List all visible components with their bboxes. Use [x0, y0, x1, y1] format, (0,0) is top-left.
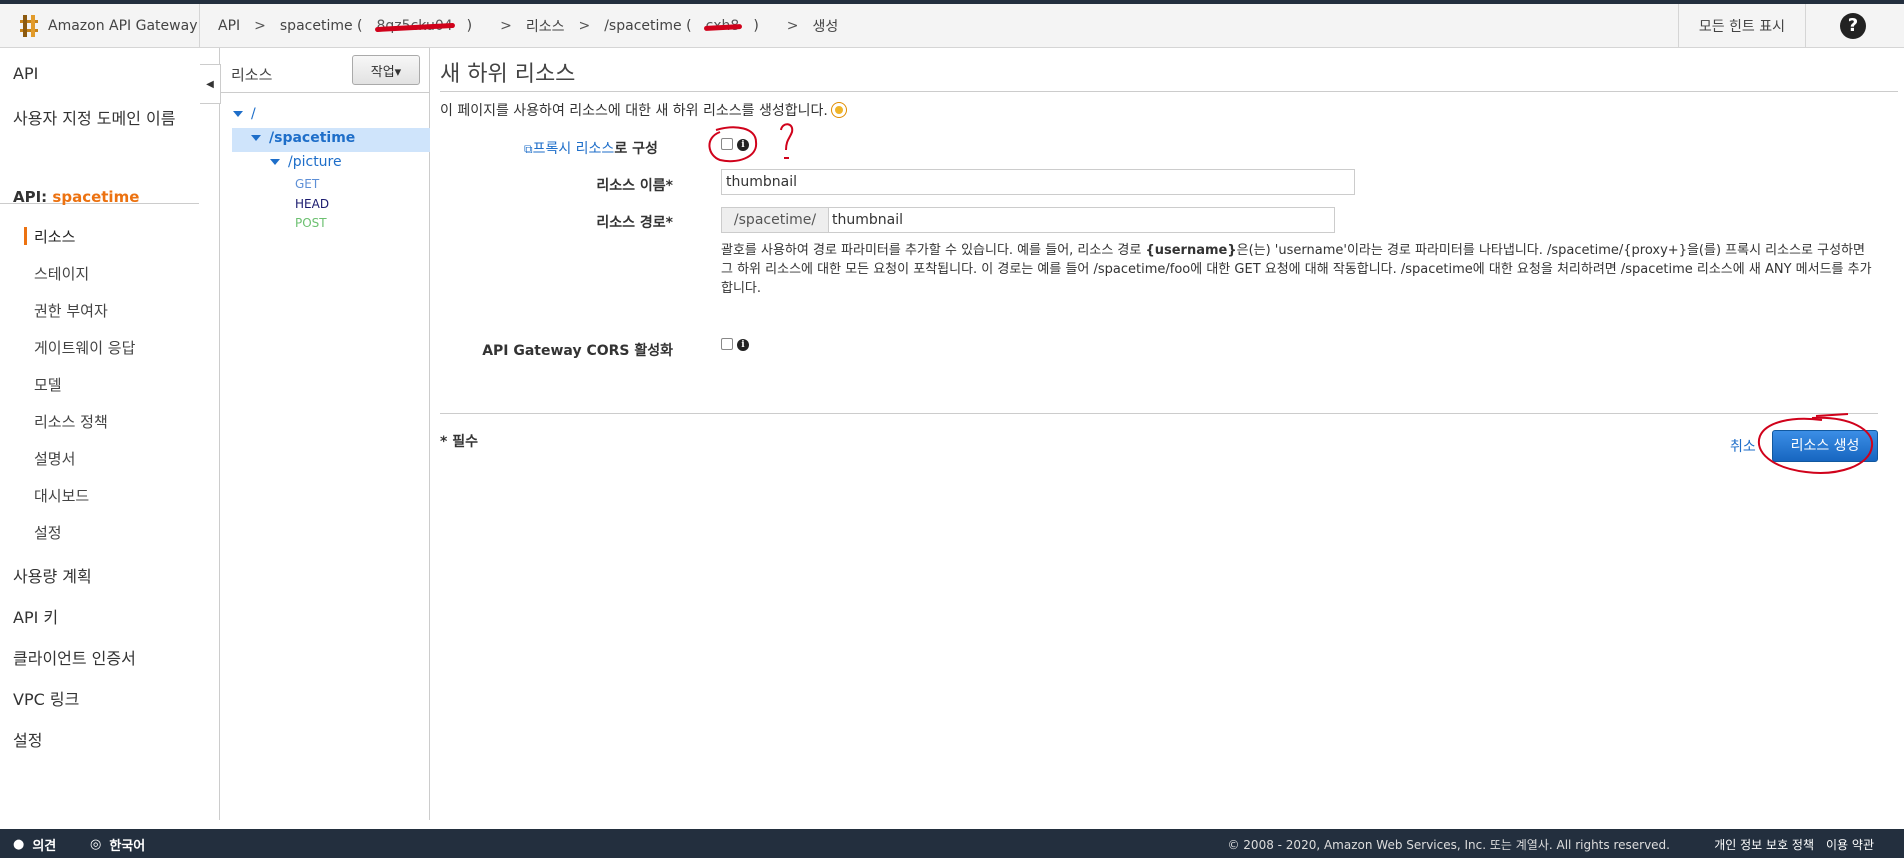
speech-bubble-icon: ●: [13, 837, 25, 852]
resource-path-label: 리소스 경로*: [596, 215, 673, 231]
page-title: 새 하위 리소스: [440, 62, 576, 87]
brand-name: Amazon API Gateway: [48, 18, 198, 34]
privacy-link[interactable]: 개인 정보 보호 정책: [1714, 836, 1814, 853]
collapse-panel-button[interactable]: ◀: [200, 64, 221, 104]
tree-node-picture[interactable]: /picture: [270, 154, 342, 170]
help-text-bold: {username}: [1145, 243, 1237, 258]
annotation-circle-checkbox: [708, 126, 758, 163]
language-label: 한국어: [109, 839, 146, 854]
resource-path-help: 괄호를 사용하여 경로 파라미터를 추가할 수 있습니다. 예를 들어, 리소스…: [721, 241, 1881, 298]
crumb-api-name-close: ): [466, 18, 473, 34]
cors-checkbox[interactable]: [721, 338, 733, 350]
footer: ● 의견 ◎ 한국어 © 2008 - 2020, Amazon Web Servi…: [0, 829, 1904, 858]
external-link-icon: ⧉: [524, 142, 533, 156]
hint-dot-icon[interactable]: [831, 103, 846, 117]
feedback-label: 의견: [32, 839, 57, 854]
help-icon[interactable]: ?: [1840, 13, 1866, 39]
sidebar-item-api-settings[interactable]: 설정: [34, 522, 62, 543]
create-resource-button[interactable]: 리소스 생성: [1772, 430, 1878, 462]
tree-divider: [220, 92, 430, 93]
title-divider: [440, 91, 1898, 92]
language-selector[interactable]: ◎ 한국어: [90, 835, 145, 854]
sidebar-item-resources[interactable]: 리소스: [34, 226, 75, 247]
sidebar-item-authorizers[interactable]: 권한 부여자: [34, 300, 108, 321]
tree-method-post[interactable]: POST: [295, 216, 327, 230]
crumb-api[interactable]: API: [218, 18, 240, 34]
crumb-separator: >: [500, 18, 512, 34]
api-prefix: API:: [13, 188, 53, 206]
active-indicator: [24, 227, 27, 245]
sidebar-item-vpc-links[interactable]: VPC 링크: [13, 686, 79, 710]
tree-method-head[interactable]: HEAD: [295, 197, 329, 211]
crumb-resources[interactable]: 리소스: [526, 16, 565, 36]
sidebar-item-models[interactable]: 모델: [34, 374, 62, 395]
sidebar-item-api[interactable]: API: [13, 64, 38, 83]
crumb-separator: >: [578, 18, 591, 34]
redacted-resource-id: cxh8: [705, 18, 740, 34]
brand[interactable]: Amazon API Gateway: [0, 4, 200, 48]
crumb-api-name[interactable]: spacetime ( 8qz5cku04): [280, 18, 486, 34]
tree-node-picture-label: /picture: [288, 154, 342, 170]
globe-icon: ◎: [90, 837, 102, 852]
api-gateway-logo-icon: [20, 15, 38, 37]
cancel-link[interactable]: 취소: [1730, 436, 1756, 456]
crumb-create: 생성: [812, 19, 839, 35]
crumb-resource-path-close: ): [753, 18, 759, 34]
proxy-resource-checkbox[interactable]: [721, 138, 733, 150]
tree-node-root-label: /: [251, 106, 256, 122]
resource-tree-title: 리소스: [231, 66, 273, 84]
crumb-api-name-text: spacetime (: [279, 18, 363, 34]
resource-tree-panel: 리소스 작업▾ / /spacetime /picture GET HEAD P…: [219, 48, 430, 820]
sidebar-item-client-certificates[interactable]: 클라이언트 인증서: [13, 645, 136, 669]
expand-caret-icon[interactable]: [251, 135, 261, 141]
intro-sentence: 이 페이지를 사용하여 리소스에 대한 새 하위 리소스를 생성합니다.: [440, 103, 828, 119]
actions-dropdown[interactable]: 작업▾: [352, 55, 420, 85]
tree-method-get[interactable]: GET: [295, 177, 319, 191]
sidebar-item-dashboard[interactable]: 대시보드: [34, 485, 89, 506]
sidebar-item-gateway-responses[interactable]: 게이트웨이 응답: [34, 337, 135, 358]
sidebar-item-settings[interactable]: 설정: [13, 727, 42, 751]
crumb-separator: >: [254, 18, 266, 34]
resource-path-prefix: /spacetime/: [721, 207, 829, 233]
top-bar: Amazon API Gateway API > spacetime ( 8qz5…: [0, 0, 1904, 48]
copyright: © 2008 - 2020, Amazon Web Services, Inc.…: [1227, 838, 1670, 852]
sidebar-item-resource-policy[interactable]: 리소스 정책: [34, 411, 108, 432]
terms-link[interactable]: 이용 약관: [1826, 836, 1874, 853]
intro-text: 이 페이지를 사용하여 리소스에 대한 새 하위 리소스를 생성합니다.: [440, 100, 846, 120]
sidebar-item-stages[interactable]: 스테이지: [34, 263, 89, 284]
api-name: spacetime: [52, 188, 140, 206]
resource-name-label: 리소스 이름*: [596, 178, 673, 194]
info-icon[interactable]: i: [737, 139, 749, 151]
tree-node-spacetime[interactable]: /spacetime: [251, 130, 355, 146]
crumb-separator: >: [786, 18, 799, 34]
sidebar-item-usage-plans[interactable]: 사용량 계획: [13, 563, 92, 587]
expand-caret-icon[interactable]: [270, 159, 280, 165]
redacted-api-id: 8qz5cku04: [376, 18, 453, 34]
resource-path-input[interactable]: thumbnail: [828, 207, 1335, 233]
tree-node-root[interactable]: /: [233, 106, 256, 122]
form-divider: [440, 413, 1878, 414]
annotation-question-mark: [780, 123, 794, 159]
resource-name-input[interactable]: thumbnail: [721, 169, 1355, 195]
feedback-button[interactable]: ● 의견: [13, 835, 56, 854]
tree-node-spacetime-label: /spacetime: [269, 130, 356, 146]
chevron-left-icon: ◀: [206, 78, 214, 90]
sidebar-item-custom-domain[interactable]: 사용자 지정 도메인 이름: [13, 105, 175, 129]
proxy-resource-link[interactable]: 프록시 리소스: [533, 141, 615, 157]
breadcrumb: API > spacetime ( 8qz5cku04) > 리소스 > /spa…: [218, 4, 852, 48]
crumb-resource-path-text: /spacetime (: [604, 18, 692, 34]
show-all-hints-button[interactable]: 모든 힌트 표시: [1677, 4, 1806, 48]
sidebar-api-label: API: spacetime: [13, 188, 139, 206]
crumb-resource-path[interactable]: /spacetime ( cxh8): [604, 18, 773, 34]
proxy-resource-label: ⧉프록시 리소스로 구성: [524, 138, 658, 158]
expand-caret-icon[interactable]: [233, 111, 243, 117]
info-icon[interactable]: i: [737, 339, 749, 351]
cors-label: API Gateway CORS 활성화: [482, 343, 673, 359]
required-note: * 필수: [440, 434, 478, 450]
help-text-part-1: 괄호를 사용하여 경로 파라미터를 추가할 수 있습니다. 예를 들어, 리소스…: [721, 243, 1146, 258]
sidebar-item-documentation[interactable]: 설명서: [34, 448, 75, 469]
proxy-resource-suffix: 로 구성: [614, 141, 658, 157]
sidebar-item-api-keys[interactable]: API 키: [13, 604, 58, 628]
sidebar: API 사용자 지정 도메인 이름 API: spacetime 리소스 스테이…: [0, 48, 200, 828]
